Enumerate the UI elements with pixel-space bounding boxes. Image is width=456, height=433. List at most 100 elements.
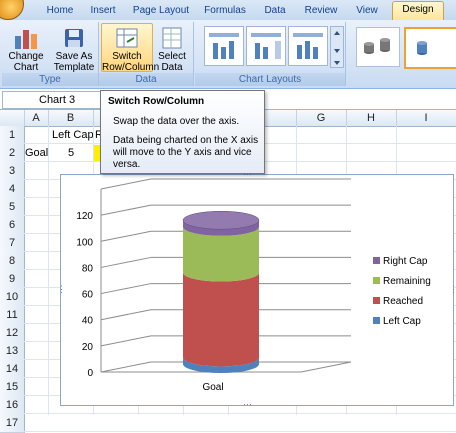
row-header-9[interactable]: 9 xyxy=(0,270,25,289)
y-tick-label: 0 xyxy=(87,368,93,379)
cell-b2[interactable]: 5 xyxy=(68,144,74,162)
y-tick-label: 20 xyxy=(82,342,94,353)
chart-object[interactable]: 0 20 40 60 80 100 120 Goal Right Cap Remaining Rea… xyxy=(60,174,454,406)
name-box-value: Chart 3 xyxy=(39,94,76,106)
row-header-11[interactable]: 11 xyxy=(0,306,25,325)
row-header-6[interactable]: 6 xyxy=(0,216,25,235)
row-header-14[interactable]: 14 xyxy=(0,360,25,379)
chart-layout-option-1[interactable] xyxy=(204,26,244,66)
legend-swatch-remaining xyxy=(373,277,380,284)
gridline-side xyxy=(100,256,152,268)
tab-data[interactable]: Data xyxy=(258,3,292,19)
group-type: Change Chart Type Save As Template Type xyxy=(2,22,99,86)
save-as-template-label-2: Template xyxy=(53,62,95,73)
column-header-b[interactable]: B xyxy=(48,110,94,126)
chart-resize-handle-right[interactable]: ⋮ xyxy=(449,285,456,294)
tab-review[interactable]: Review xyxy=(300,3,342,19)
row-header-4[interactable]: 4 xyxy=(0,180,25,199)
row-header-3[interactable]: 3 xyxy=(0,162,25,181)
cell-a2[interactable]: Goal xyxy=(25,144,48,162)
select-data-label-2: Data xyxy=(161,62,183,73)
y-tick-label: 120 xyxy=(76,211,93,222)
tooltip-title: Switch Row/Column xyxy=(108,96,205,107)
save-template-icon xyxy=(61,26,87,50)
ribbon-tab-bar: Home Insert Page Layout Formulas Data Re… xyxy=(0,0,456,20)
select-data-icon xyxy=(159,26,185,50)
x-category-label: Goal xyxy=(202,382,223,393)
chart-layout-option-3[interactable] xyxy=(288,26,328,66)
save-as-template-button[interactable]: Save As Template xyxy=(52,24,96,73)
gridline-side xyxy=(100,309,152,321)
row-header-15[interactable]: 15 xyxy=(0,378,25,397)
select-data-button[interactable]: Select Data xyxy=(155,24,189,73)
group-chart-layouts-label: Chart Layouts xyxy=(195,73,345,86)
row-header-16[interactable]: 16 xyxy=(0,396,25,415)
column-header-h[interactable]: H xyxy=(346,110,397,126)
chart-style-option-2[interactable] xyxy=(404,27,456,69)
cylinder-segment-reached xyxy=(183,272,259,367)
legend-swatch-right-cap xyxy=(373,257,380,264)
select-data-label-1: Select xyxy=(158,51,186,62)
row-gridline xyxy=(24,413,456,414)
switch-row-column-button[interactable]: Switch Row/Column xyxy=(101,23,160,73)
switch-row-column-icon xyxy=(114,26,140,50)
tab-home[interactable]: Home xyxy=(40,3,80,19)
chart-resize-handle-bottom[interactable]: ⋯ xyxy=(243,400,252,409)
column-header-g[interactable]: G xyxy=(296,110,347,126)
group-data: Switch Row/Column Select Data Data xyxy=(99,22,194,86)
gridline-side xyxy=(100,230,152,242)
row-header-12[interactable]: 12 xyxy=(0,324,25,343)
chart-layouts-scroll[interactable] xyxy=(330,26,344,68)
office-button[interactable] xyxy=(0,0,24,20)
chart-style-option-1[interactable] xyxy=(356,27,400,67)
row-header-7[interactable]: 7 xyxy=(0,234,25,253)
row-header-13[interactable]: 13 xyxy=(0,342,25,361)
legend-label-right-cap: Right Cap xyxy=(383,256,428,267)
row-gridline xyxy=(24,431,456,432)
legend-label-remaining: Remaining xyxy=(383,276,431,287)
y-tick-label: 60 xyxy=(82,290,94,301)
tab-page-layout[interactable]: Page Layout xyxy=(128,3,194,19)
legend-label-left-cap: Left Cap xyxy=(383,316,421,327)
stacked-cylinder-chart: 0 20 40 60 80 100 120 Goal Right Cap Remaining Rea… xyxy=(76,178,431,393)
group-type-label: Type xyxy=(2,73,98,86)
gridline-side xyxy=(100,178,152,190)
tab-formulas[interactable]: Formulas xyxy=(200,3,250,19)
tooltip-line-1: Swap the data over the axis. xyxy=(113,116,240,127)
row-header-2[interactable]: 2 xyxy=(0,144,25,163)
switch-row-column-tooltip: Switch Row/Column Swap the data over the… xyxy=(100,90,265,174)
tab-view[interactable]: View xyxy=(350,3,384,19)
cell-b1[interactable]: Left Cap xyxy=(52,126,94,144)
row-header-17[interactable]: 17 xyxy=(0,414,25,433)
row-header-5[interactable]: 5 xyxy=(0,198,25,217)
gridline-side xyxy=(100,335,152,347)
column-header-i[interactable]: I xyxy=(396,110,456,126)
group-data-label: Data xyxy=(99,73,193,86)
legend-swatch-reached xyxy=(373,297,380,304)
chart-type-icon xyxy=(13,26,39,50)
gridline-side xyxy=(100,204,152,216)
switch-row-column-label-2: Row/Column xyxy=(102,62,160,73)
gridline-side xyxy=(100,283,152,295)
row-header-8[interactable]: 8 xyxy=(0,252,25,271)
floor-right-edge xyxy=(300,361,352,373)
gridline-side xyxy=(100,361,152,373)
cylinder-top-cap xyxy=(182,210,260,230)
tab-design[interactable]: Design xyxy=(392,1,444,20)
column-gridline xyxy=(48,126,49,415)
y-tick-label: 80 xyxy=(82,263,94,274)
switch-row-column-label-1: Switch xyxy=(112,51,142,62)
save-as-template-label-1: Save As xyxy=(55,51,93,62)
y-tick-label: 100 xyxy=(76,237,93,248)
select-all-corner[interactable] xyxy=(0,110,25,126)
tab-insert[interactable]: Insert xyxy=(84,3,122,19)
column-header-a[interactable]: A xyxy=(24,110,49,126)
row-header-10[interactable]: 10 xyxy=(0,288,25,307)
chart-resize-handle-left[interactable]: ⋮ xyxy=(57,285,66,294)
change-chart-type-button[interactable]: Change Chart Type xyxy=(4,24,48,84)
chart-layout-option-2[interactable] xyxy=(246,26,286,66)
legend-label-reached: Reached xyxy=(383,296,423,307)
name-box[interactable]: Chart 3 xyxy=(2,91,102,109)
tooltip-line-2: Data being charted on the X axis will mo… xyxy=(113,135,259,170)
row-header-1[interactable]: 1 xyxy=(0,126,25,145)
